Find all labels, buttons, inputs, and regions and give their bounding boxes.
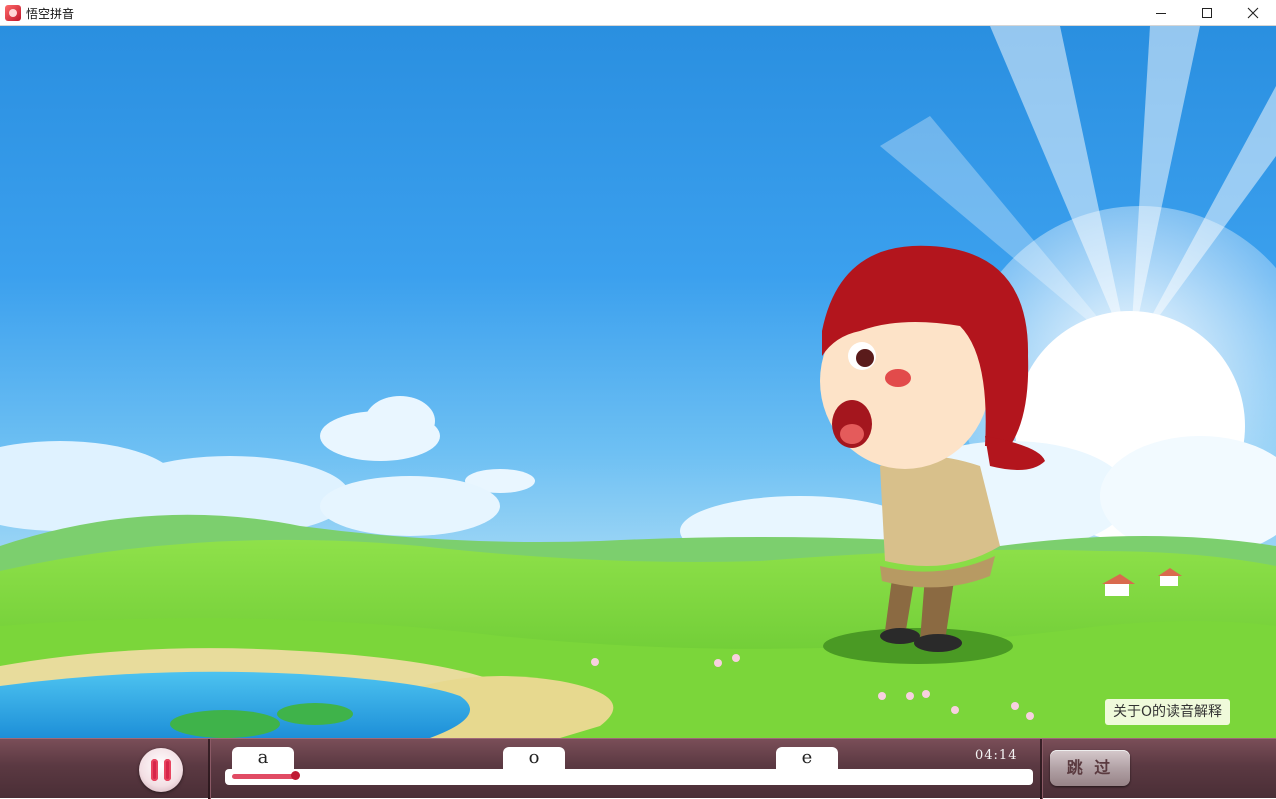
divider: [1040, 739, 1042, 799]
chapter-tab-a[interactable]: a: [232, 747, 294, 771]
scene-illustration: [0, 26, 1276, 738]
maximize-icon: [1202, 8, 1212, 18]
pause-button[interactable]: [139, 748, 183, 792]
lily-pad: [170, 710, 280, 738]
window-titlebar: 悟空拼音: [0, 0, 1276, 26]
lily-pad: [277, 703, 353, 725]
maximize-button[interactable]: [1184, 0, 1230, 26]
progress-handle[interactable]: [291, 771, 300, 780]
minimize-button[interactable]: [1138, 0, 1184, 26]
elapsed-time: 04:14: [975, 748, 1018, 763]
skip-button[interactable]: 跳 过: [1050, 750, 1130, 786]
progress-track[interactable]: [225, 769, 1033, 785]
progress-fill: [232, 774, 296, 779]
app-logo-icon: [5, 5, 21, 21]
divider: [208, 739, 210, 799]
chapter-tab-o[interactable]: o: [503, 747, 565, 771]
pronunciation-tip-button[interactable]: 关于O的读音解释: [1105, 699, 1231, 725]
pause-icon: [151, 759, 158, 781]
player-controls: a o e 04:14 跳 过: [0, 738, 1276, 799]
close-icon: [1247, 7, 1259, 19]
chapter-tab-e[interactable]: e: [776, 747, 838, 771]
window-title: 悟空拼音: [26, 7, 75, 21]
close-button[interactable]: [1230, 0, 1276, 26]
lesson-scene: 关于O的读音解释: [0, 26, 1276, 738]
minimize-icon: [1156, 13, 1166, 14]
pause-icon: [164, 759, 171, 781]
